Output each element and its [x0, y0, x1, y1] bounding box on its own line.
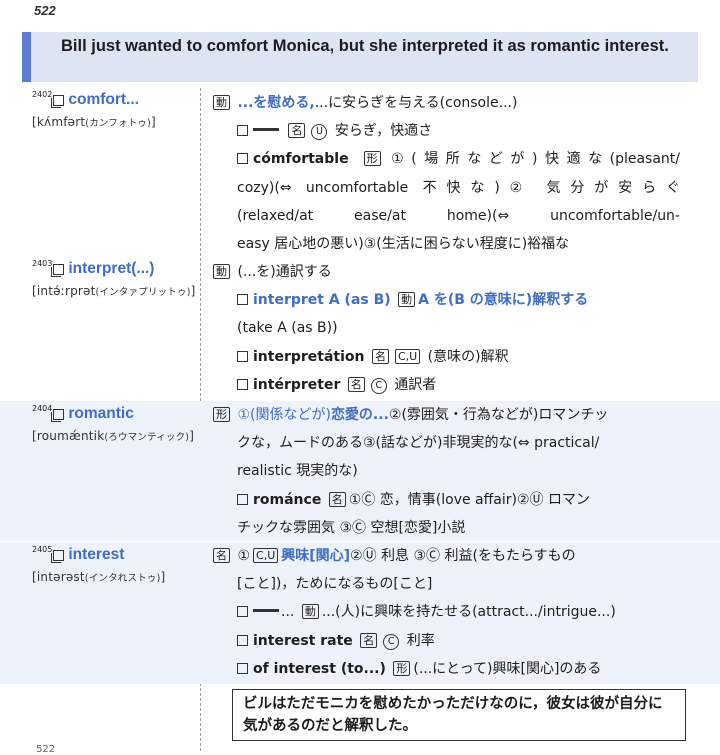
definition-text: (relaxed/at ease/at home)(⇔ uncomfortabl…: [237, 207, 680, 224]
pos-label: 動: [213, 95, 230, 110]
definition-line: 名 ① C,U 興味[関心]②Ⓤ 利息 ③Ⓒ 利益(をもたらすもの: [210, 542, 680, 570]
checkbox-icon: [51, 408, 65, 422]
derivative-line: interest rate 名C 利率: [210, 627, 680, 655]
headword: interpret(...): [68, 260, 155, 277]
dash-icon: [253, 609, 279, 613]
pos-label: 形: [213, 407, 230, 422]
checkbox-icon: [237, 662, 248, 674]
checkbox-icon: [237, 294, 248, 306]
dash-icon: [253, 128, 279, 132]
definition-text: (take A (as B)): [237, 320, 338, 337]
entry-comfort: 2402 comfort... [kʌ́mfərt(カンフォトゥ)] 動 ...…: [0, 89, 720, 255]
definition-text: クな，ムードのある③(話などが)非現実的な(⇔ practical/: [237, 435, 600, 452]
japanese-translation: ビルはただモニカを慰めたかっただけなのに，彼女は彼が自分に気があるのだと解釈した…: [232, 689, 686, 741]
derivative-line: interpretátion 名 C,U (意味の)解釈: [210, 343, 680, 371]
checkbox-icon: [237, 350, 248, 362]
derivative-line: intérpreter 名C 通訳者: [210, 371, 680, 399]
entry-romantic: 2404 romantic [roumǽntik(ろウマンティック)] 形 ①(…: [0, 401, 720, 541]
footer-page-number: 522: [36, 744, 56, 755]
checkbox-icon: [237, 125, 248, 137]
pos-label: 動: [213, 264, 230, 279]
derivative-line: of interest (to...) 形 (...にとって)興味[関心]のある: [210, 655, 680, 683]
checkbox-icon: [237, 153, 248, 165]
pronunciation: [kʌ́mfərt(カンフォトゥ)]: [32, 115, 156, 129]
definition-line: 動 ...を慰める,...に安らぎを与える(console...): [210, 89, 680, 117]
checkbox-icon: [237, 606, 248, 618]
definition-text: realistic 現実的な): [237, 463, 358, 480]
headword: interest: [68, 546, 125, 563]
derivative-line: ... 動 ...(人)に興味を持たせる(attract.../intrigue.…: [210, 598, 680, 626]
pronunciation: [roumǽntik(ろウマンティック)]: [32, 429, 195, 443]
headword: comfort...: [68, 91, 139, 108]
checkbox-icon: [51, 549, 65, 563]
definition-text: cozy)(⇔ uncomfortable 不快な)② 気分が安らぐ: [237, 179, 680, 196]
checkbox-icon: [51, 94, 65, 108]
entry-number: 2402: [32, 90, 53, 99]
definition-line: 形 ①(関係などが)恋愛の...②(雰囲気・行為などが)ロマンチッ: [210, 401, 680, 429]
checkbox-icon: [237, 378, 248, 390]
entry-number: 2405: [32, 545, 53, 554]
entry-interest: 2405 interest [intərəst(インタれストゥ)] 名 ① C,U…: [0, 542, 720, 684]
definition-text: easy 居心地の悪い)③(生活に困らない程度に)裕福な: [237, 235, 570, 252]
pos-label: 名: [213, 548, 230, 563]
derivative-line: cómfortable 形 ①(場所などが)快適な(pleasant/: [210, 145, 680, 173]
headword: romantic: [68, 405, 134, 422]
checkbox-icon: [237, 634, 248, 646]
entry-number: 2404: [32, 404, 53, 413]
derivative-line: interpret A (as B) 動A を(B の意味に)解釈する: [210, 286, 680, 314]
derivative-line: 名U 安らぎ，快適さ: [210, 117, 680, 145]
definition-line: 動 (...を)通訳する: [210, 258, 680, 286]
definition-text: [こと])，ためになるもの[こと]: [237, 576, 433, 593]
definition-text: チックな雰囲気 ③Ⓒ 空想[恋愛]小説: [237, 519, 466, 536]
page-number: 522: [34, 3, 56, 18]
derivative-line: románce 名 ①Ⓒ 恋，情事(love affair)②Ⓤ ロマン: [210, 486, 680, 514]
pronunciation: [intərəst(インタれストゥ)]: [32, 570, 166, 584]
entry-interpret: 2403 interpret(...) [intə́ːrprət(インタァプリッ…: [0, 258, 720, 396]
entry-number: 2403: [32, 259, 53, 268]
checkbox-icon: [237, 493, 248, 505]
pronunciation: [intə́ːrprət(インタァプリットゥ)]: [32, 284, 196, 298]
example-sentence: Bill just wanted to comfort Monica, but …: [22, 32, 698, 82]
checkbox-icon: [51, 263, 65, 277]
